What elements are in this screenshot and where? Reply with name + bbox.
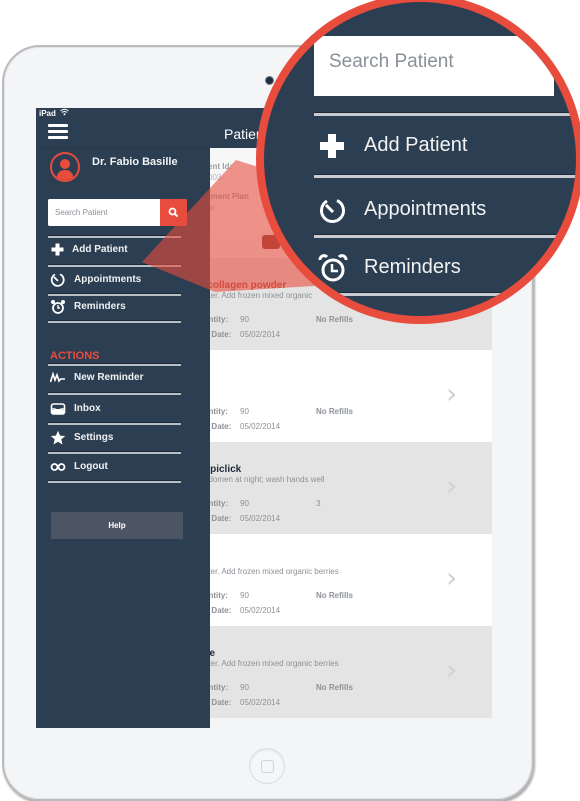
refills-value: No Refills <box>316 683 353 692</box>
divider <box>48 451 181 454</box>
pulse-icon <box>49 370 66 386</box>
exp-date-value: 05/02/2014 <box>240 606 281 615</box>
sidebar-item-label: Settings <box>74 432 114 443</box>
search-box <box>48 199 187 226</box>
divider <box>314 292 576 296</box>
sidebar-item-appointments[interactable]: Appointments <box>48 268 183 292</box>
menu-icon[interactable] <box>48 124 68 140</box>
star-icon <box>50 430 66 446</box>
search-icon <box>168 207 179 218</box>
chevron-right-icon[interactable]: › <box>446 380 457 408</box>
divider <box>36 148 210 149</box>
refills-value: No Refills <box>316 591 353 600</box>
sidebar-item-label: Logout <box>74 461 108 472</box>
prescription-desc: ater. Add frozen mixed organic berries <box>204 567 339 576</box>
magnified-item-label: Appointments <box>364 198 487 220</box>
chevron-right-icon[interactable]: › <box>446 472 457 500</box>
prescription-row[interactable]: opiclick bdomen at night; wash hands wel… <box>196 442 492 534</box>
sidebar: Dr. Fabio Basille Add Patient Appointmen… <box>36 120 210 728</box>
alarm-clock-icon <box>50 299 66 315</box>
timer-icon <box>50 272 66 288</box>
exp-date-value: 05/02/2014 <box>240 698 281 707</box>
divider <box>48 392 181 395</box>
prescription-row[interactable]: l. antity: 90 No Refills P Date: 05/02/2… <box>196 350 492 442</box>
magnifier-callout: Search Patient Add Patient Appointments … <box>256 0 580 324</box>
patient-id-label: ent Id: <box>208 162 232 171</box>
plus-icon <box>318 132 348 162</box>
sidebar-item-new-reminder[interactable]: New Reminder <box>48 366 183 390</box>
quantity-value: 90 <box>240 407 249 416</box>
exp-date-value: 05/02/2014 <box>240 422 281 431</box>
quantity-value: 90 <box>240 499 249 508</box>
avatar[interactable] <box>50 152 80 182</box>
divider <box>48 422 181 425</box>
magnified-search-input: Search Patient <box>314 36 554 96</box>
sidebar-item-inbox[interactable]: Inbox <box>48 397 183 421</box>
magnified-item-label: Reminders <box>364 256 461 278</box>
sidebar-item-label: Appointments <box>74 274 142 285</box>
actions-heading: ACTIONS <box>50 350 100 362</box>
refills-value: No Refills <box>316 407 353 416</box>
divider <box>314 234 576 238</box>
sidebar-item-add-patient[interactable]: Add Patient <box>48 238 183 262</box>
magnified-item-reminders: Reminders <box>318 250 576 290</box>
quantity-value: 90 <box>240 591 249 600</box>
chevron-right-icon[interactable]: › <box>446 656 457 684</box>
magnified-search-placeholder: Search Patient <box>329 51 454 72</box>
search-button[interactable] <box>160 199 187 226</box>
help-button[interactable]: Help <box>51 512 183 539</box>
sidebar-item-reminders[interactable]: Reminders <box>48 295 183 319</box>
quantity-value: 90 <box>240 315 249 324</box>
magnified-item-appointments: Appointments <box>318 192 576 232</box>
chevron-right-icon[interactable]: › <box>446 564 457 592</box>
refills-value: 3 <box>316 499 321 508</box>
exp-date-value: 05/02/2014 <box>240 514 281 523</box>
patient-id-value: 003 <box>208 173 222 182</box>
plus-icon <box>50 242 66 258</box>
sidebar-item-label: Reminders <box>74 301 126 312</box>
prescription-desc: bdomen at night; wash hands well <box>204 475 325 484</box>
quantity-value: 90 <box>240 683 249 692</box>
exp-date-value: 05/02/2014 <box>240 330 281 339</box>
magnified-item-add-patient: Add Patient <box>318 128 576 168</box>
treatment-plan-label: tment Plan <box>208 192 249 201</box>
sidebar-item-label: Inbox <box>74 403 101 414</box>
prescription-row[interactable]: ater. Add frozen mixed organic berries e… <box>196 534 492 626</box>
inbox-icon <box>50 401 66 417</box>
prescription-name: (collagen powder <box>204 280 287 291</box>
refills-value: No Refills <box>316 315 353 324</box>
search-input[interactable] <box>48 199 163 226</box>
infinity-icon <box>50 459 66 475</box>
prescription-desc: ater. Add frozen mixed organic berries <box>204 659 339 668</box>
divider <box>48 264 181 267</box>
wifi-icon <box>60 108 69 120</box>
divider <box>314 174 576 178</box>
prescription-list: (collagen powder ater. Add frozen mixed … <box>196 258 492 718</box>
sidebar-item-logout[interactable]: Logout <box>48 455 183 479</box>
prescription-desc: ater. Add frozen mixed organic <box>204 291 313 300</box>
carrier-label: iPad <box>39 109 56 118</box>
divider <box>48 480 181 483</box>
sidebar-item-label: Add Patient <box>72 244 128 255</box>
alarm-clock-icon <box>318 254 348 284</box>
timer-icon <box>318 196 348 226</box>
prescription-row[interactable]: ce ater. Add frozen mixed organic berrie… <box>196 626 492 718</box>
magnified-item-label: Add Patient <box>364 134 468 156</box>
sidebar-item-label: New Reminder <box>74 372 144 383</box>
doctor-name: Dr. Fabio Basille <box>92 156 178 168</box>
sidebar-item-settings[interactable]: Settings <box>48 426 183 450</box>
divider <box>314 112 576 116</box>
divider <box>48 320 181 323</box>
home-button[interactable] <box>249 748 285 784</box>
